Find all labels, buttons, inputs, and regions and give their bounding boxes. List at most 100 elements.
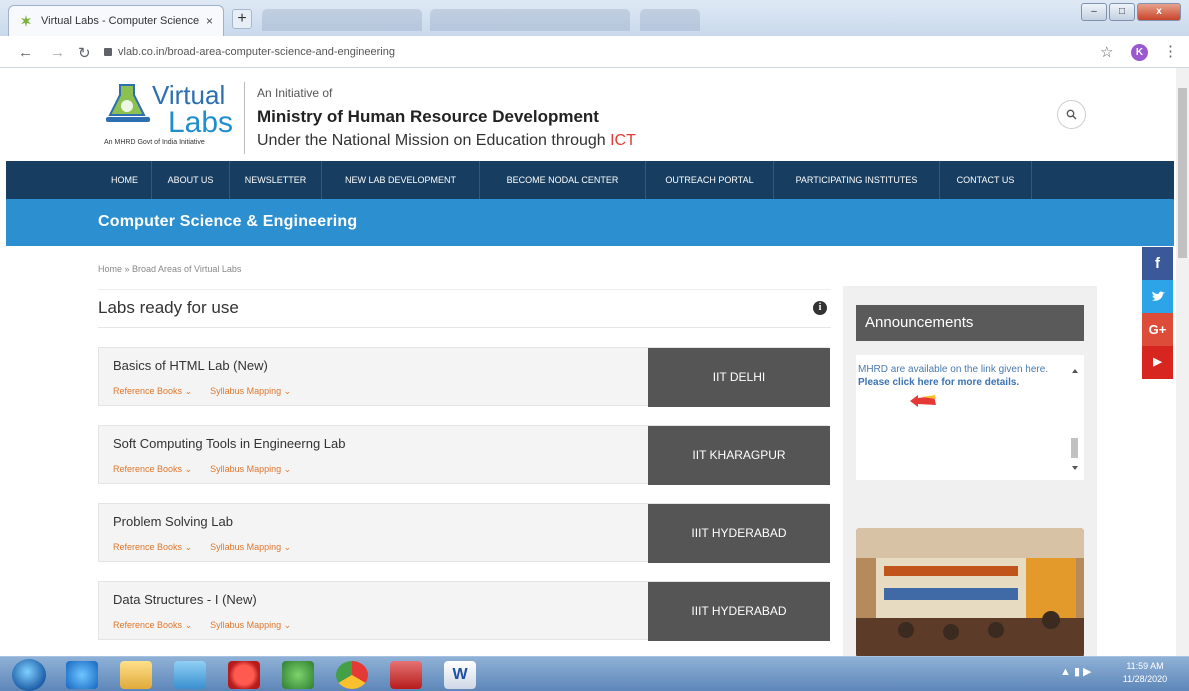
chevron-down-icon: ⌄ — [184, 464, 193, 474]
minimize-button[interactable]: – — [1081, 3, 1107, 21]
facebook-button[interactable]: f — [1142, 247, 1173, 280]
clock-date: 11/28/2020 — [1122, 674, 1168, 684]
utorrent-icon[interactable] — [282, 661, 314, 689]
institute-button[interactable]: IIIT HYDERABAD — [648, 582, 830, 641]
acrobat-icon[interactable] — [390, 661, 422, 689]
chevron-down-icon: ⌄ — [283, 542, 292, 552]
nav-item-contact-us[interactable]: CONTACT US — [940, 161, 1032, 199]
lab-links: Reference Books ⌄ Syllabus Mapping ⌄ — [113, 620, 291, 631]
workshop-photo-image — [856, 528, 1084, 658]
chevron-down-icon: ⌄ — [184, 620, 193, 630]
maximize-button[interactable]: □ — [1109, 3, 1135, 21]
announcement-scrollbar[interactable] — [1070, 361, 1080, 476]
back-arrow-icon[interactable]: ← — [18, 44, 33, 61]
info-icon[interactable]: i — [813, 301, 827, 315]
lab-title[interactable]: Basics of HTML Lab (New) — [113, 358, 268, 373]
syllabus-mapping-link[interactable]: Syllabus Mapping ⌄ — [210, 386, 291, 397]
mission-ict: ICT — [610, 132, 636, 149]
workshop-photo[interactable] — [856, 528, 1084, 658]
syllabus-mapping-link[interactable]: Syllabus Mapping ⌄ — [210, 620, 291, 631]
window-controls: – □ x — [1081, 3, 1181, 21]
lab-card: Basics of HTML Lab (New) Reference Books… — [98, 347, 830, 407]
virtual-labs-favicon-icon — [21, 15, 31, 27]
logo-tagline: An MHRD Govt of India Initiative — [104, 139, 205, 146]
institute-button[interactable]: IIT DELHI — [648, 348, 830, 407]
mission-text: Under the National Mission on Education … — [257, 132, 611, 149]
start-button[interactable] — [12, 659, 46, 691]
breadcrumb[interactable]: Home » Broad Areas of Virtual Labs — [98, 264, 241, 274]
lab-title[interactable]: Problem Solving Lab — [113, 514, 233, 529]
nav-item-newsletter[interactable]: NEWSLETTER — [230, 161, 322, 199]
bookmark-star-icon[interactable]: ☆ — [1100, 43, 1113, 61]
browser-tab-active[interactable]: Virtual Labs - Computer Science × — [8, 5, 224, 36]
chevron-down-icon: ⌄ — [184, 386, 193, 396]
search-icon — [1066, 109, 1077, 120]
file-explorer-icon[interactable] — [120, 661, 152, 689]
close-window-button[interactable]: x — [1137, 3, 1181, 21]
chevron-down-icon: ⌄ — [283, 620, 292, 630]
background-tab[interactable] — [640, 9, 700, 31]
forward-arrow-icon[interactable]: → — [50, 44, 65, 61]
windows-taskbar: W ▲ ▮ ▶ 11:59 AM 11/28/2020 — [0, 656, 1189, 691]
header-ministry: Ministry of Human Resource Development — [257, 107, 599, 126]
lab-title[interactable]: Soft Computing Tools in Engineerng Lab — [113, 436, 345, 451]
chrome-icon[interactable] — [336, 661, 368, 689]
divider — [98, 327, 831, 328]
profile-avatar[interactable]: K — [1131, 44, 1148, 61]
twitter-button[interactable] — [1142, 280, 1173, 313]
tab-title: Virtual Labs - Computer Science — [41, 15, 200, 27]
browser-titlebar: Virtual Labs - Computer Science × + – □ … — [0, 0, 1189, 36]
site-search-button[interactable] — [1057, 100, 1086, 129]
address-bar-row: ← → ↻ vlab.co.in/broad-area-computer-sci… — [0, 36, 1189, 68]
institute-button[interactable]: IIT KHARAGPUR — [648, 426, 830, 485]
google-plus-button[interactable]: G+ — [1142, 313, 1173, 346]
nav-item-home[interactable]: HOME — [98, 161, 152, 199]
divider — [98, 289, 831, 290]
announcement-text[interactable]: MHRD are available on the link given her… — [858, 363, 1063, 389]
chevron-down-icon: ⌄ — [283, 386, 292, 396]
twitter-bird-icon — [1151, 291, 1165, 301]
taskbar-clock[interactable]: 11:59 AM 11/28/2020 — [1117, 660, 1173, 686]
url-text: vlab.co.in/broad-area-computer-science-a… — [118, 46, 395, 58]
virtual-labs-logo-icon[interactable] — [104, 81, 152, 129]
new-arrow-icon — [910, 395, 936, 407]
clock-time: 11:59 AM — [1126, 661, 1164, 671]
syllabus-mapping-link[interactable]: Syllabus Mapping ⌄ — [210, 542, 291, 553]
nav-item-outreach-portal[interactable]: OUTREACH PORTAL — [646, 161, 774, 199]
labs-heading: Labs ready for use — [98, 298, 239, 317]
header-mission: Under the National Mission on Education … — [257, 132, 636, 150]
new-tab-button[interactable]: + — [232, 9, 252, 29]
opera-icon[interactable] — [228, 661, 260, 689]
url-input[interactable]: vlab.co.in/broad-area-computer-science-a… — [104, 41, 1114, 63]
reference-books-link[interactable]: Reference Books ⌄ — [113, 464, 192, 475]
nav-item-become-nodal-center[interactable]: BECOME NODAL CENTER — [480, 161, 646, 199]
announcements-heading: Announcements — [856, 305, 1084, 341]
background-tab[interactable] — [262, 9, 422, 31]
syllabus-mapping-link[interactable]: Syllabus Mapping ⌄ — [210, 464, 291, 475]
reference-books-link[interactable]: Reference Books ⌄ — [113, 620, 192, 631]
announcements-box: MHRD are available on the link given her… — [856, 355, 1084, 480]
page-scrollbar-thumb[interactable] — [1178, 88, 1187, 258]
lab-card: Soft Computing Tools in Engineerng Lab R… — [98, 425, 830, 485]
nav-item-about-us[interactable]: ABOUT US — [152, 161, 230, 199]
lab-title[interactable]: Data Structures - I (New) — [113, 592, 257, 607]
background-tab[interactable] — [430, 9, 630, 31]
lab-card: Data Structures - I (New) Reference Book… — [98, 581, 830, 641]
header-divider — [244, 82, 245, 154]
reference-books-link[interactable]: Reference Books ⌄ — [113, 542, 192, 553]
reference-books-link[interactable]: Reference Books ⌄ — [113, 386, 192, 397]
institute-button[interactable]: IIIT HYDERABAD — [648, 504, 830, 563]
word-icon[interactable]: W — [444, 661, 476, 689]
section-banner: Computer Science & Engineering — [6, 199, 1174, 246]
reload-icon[interactable]: ↻ — [78, 44, 91, 62]
page-title: Computer Science & Engineering — [98, 213, 358, 230]
nav-item-participating-institutes[interactable]: PARTICIPATING INSTITUTES — [774, 161, 940, 199]
system-tray-icons[interactable]: ▲ ▮ ▶ — [1060, 665, 1092, 678]
internet-explorer-icon[interactable] — [66, 661, 98, 689]
youtube-button[interactable]: ▶ — [1142, 346, 1173, 379]
browser-menu-icon[interactable]: ⋮ — [1163, 42, 1178, 60]
lab-links: Reference Books ⌄ Syllabus Mapping ⌄ — [113, 386, 291, 397]
tab-close-icon[interactable]: × — [206, 14, 213, 28]
media-player-icon[interactable] — [174, 661, 206, 689]
nav-item-new-lab-development[interactable]: NEW LAB DEVELOPMENT — [322, 161, 480, 199]
